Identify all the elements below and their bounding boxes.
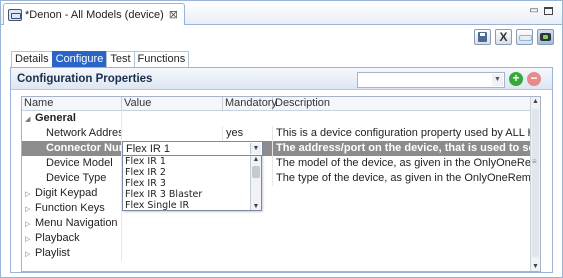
tab-functions[interactable]: Functions	[133, 51, 190, 67]
dropdown-option[interactable]: Flex IR 2	[123, 167, 261, 178]
link-icon[interactable]	[516, 29, 533, 45]
dropdown-scroll-thumb[interactable]	[252, 166, 260, 178]
group-cell: ▷ Function Keys	[22, 201, 122, 216]
close-tab-icon[interactable]: ⊠	[169, 8, 178, 21]
remote-control-icon[interactable]	[537, 29, 554, 45]
expand-icon[interactable]: ▷	[25, 202, 35, 216]
group-label: Playlist	[35, 247, 70, 259]
scroll-down-icon[interactable]: ▼	[531, 263, 540, 270]
editor-tab[interactable]: *Denon - All Models (device) ⊠	[3, 3, 186, 25]
expand-icon[interactable]: ▷	[25, 217, 35, 231]
remove-icon[interactable]: −	[527, 72, 541, 86]
group-label: Digit Keypad	[35, 187, 98, 199]
page-tabs: Details Configure Test Functions	[11, 51, 190, 67]
dropdown-option[interactable]: Flex IR 1	[123, 156, 261, 167]
column-header-description[interactable]: Description	[273, 97, 532, 111]
property-mandatory: yes	[223, 126, 273, 141]
grip-icon: ≡	[532, 157, 537, 166]
group-row-general[interactable]: ◢ General	[22, 111, 532, 126]
group-cell: ▷ Playlist	[22, 246, 122, 261]
filter-combo[interactable]: ▼	[357, 72, 505, 88]
editor-window: *Denon - All Models (device) ⊠ ▭ X Detai…	[0, 0, 563, 278]
section-header: Configuration Properties ▼ + −	[11, 68, 552, 90]
chevron-down-icon[interactable]: ▼	[250, 143, 261, 154]
group-row[interactable]: ▷ Digit Keypad	[22, 186, 532, 201]
property-description: The model of the device, as given in the…	[276, 157, 532, 169]
group-label: Playback	[35, 232, 80, 244]
property-description: The address/port on the device, that is …	[276, 142, 532, 154]
editor-tab-title: *Denon - All Models (device)	[25, 8, 164, 21]
toolbar: X	[474, 29, 554, 45]
property-name: Device Model	[22, 156, 122, 171]
table-scroll-thumb[interactable]	[532, 109, 539, 257]
chevron-down-icon[interactable]: ▼	[492, 74, 503, 86]
scroll-up-icon[interactable]: ▲	[531, 98, 540, 105]
group-cell: ◢ General	[22, 111, 122, 126]
property-name: Network Address	[22, 126, 122, 141]
column-header-value[interactable]: Value	[122, 97, 223, 111]
expand-icon[interactable]: ▷	[25, 187, 35, 201]
group-row[interactable]: ▷ Function Keys	[22, 201, 532, 216]
group-label: Menu Navigation	[35, 217, 118, 229]
group-row[interactable]: ▷ Playback	[22, 231, 532, 246]
configuration-section: Configuration Properties ▼ + − Name Valu…	[10, 67, 553, 273]
group-row[interactable]: ▷ Playlist	[22, 246, 532, 261]
dropdown-option[interactable]: Flex IR 3	[123, 178, 261, 189]
table-row-selected[interactable]: Connector Numb Flex IR 1 ▼ The address/p…	[22, 141, 532, 156]
scroll-down-icon[interactable]: ▼	[251, 203, 261, 210]
property-value: Flex IR 1	[126, 143, 171, 155]
table-row[interactable]: Network Address yes This is a device con…	[22, 126, 532, 141]
value-combo[interactable]: Flex IR 1 ▼	[122, 141, 263, 156]
property-mandatory	[263, 141, 273, 156]
minimize-icon[interactable]: ▭	[528, 5, 540, 17]
table-scrollbar[interactable]: ▲ ≡ ▼	[530, 97, 540, 271]
properties-table: Name Value Mandatory Description ◢ Genera…	[21, 96, 541, 272]
column-header-name[interactable]: Name	[22, 97, 122, 111]
maximize-button[interactable]	[544, 5, 556, 17]
dropdown-option[interactable]: Flex Single IR	[123, 200, 261, 211]
add-icon[interactable]: +	[509, 72, 523, 86]
table-row[interactable]: Device Model The model of the device, as…	[22, 156, 532, 171]
property-name: Connector Numb	[22, 141, 122, 156]
dropdown-option[interactable]: Flex IR 3 Blaster	[123, 189, 261, 200]
table-row[interactable]: Device Type The type of the device, as g…	[22, 171, 532, 186]
column-header-mandatory[interactable]: Mandatory	[223, 97, 277, 111]
group-row[interactable]: ▷ Menu Navigation	[22, 216, 532, 231]
tab-test[interactable]: Test	[106, 51, 135, 67]
value-dropdown-list: Flex IR 1 Flex IR 2 Flex IR 3 Flex IR 3 …	[122, 155, 262, 211]
property-value[interactable]	[122, 126, 223, 141]
editor-tab-strip: *Denon - All Models (device) ⊠ ▭	[1, 1, 562, 25]
expand-icon[interactable]: ▷	[25, 232, 35, 246]
collapse-icon[interactable]: ◢	[25, 112, 35, 126]
table-header: Name Value Mandatory Description	[22, 97, 532, 111]
window-buttons: ▭	[528, 5, 556, 17]
maximize-icon	[544, 7, 553, 15]
group-label: General	[35, 112, 76, 124]
save-icon[interactable]	[474, 29, 491, 45]
group-label: Function Keys	[35, 202, 105, 214]
property-name: Device Type	[22, 171, 122, 186]
scroll-up-icon[interactable]: ▲	[251, 156, 261, 163]
group-cell: ▷ Playback	[22, 231, 122, 246]
group-cell: ▷ Menu Navigation	[22, 216, 122, 231]
expand-icon[interactable]: ▷	[25, 247, 35, 261]
dropdown-scrollbar[interactable]: ▲ ▼	[250, 156, 261, 210]
delete-icon[interactable]: X	[495, 29, 512, 45]
tab-details[interactable]: Details	[11, 51, 53, 67]
group-cell: ▷ Digit Keypad	[22, 186, 122, 201]
property-description: The type of the device, as given in the …	[276, 172, 532, 184]
section-title: Configuration Properties	[17, 73, 153, 85]
device-icon	[8, 8, 22, 21]
tab-configure[interactable]: Configure	[51, 51, 108, 67]
property-description: This is a device configuration property …	[276, 127, 532, 139]
